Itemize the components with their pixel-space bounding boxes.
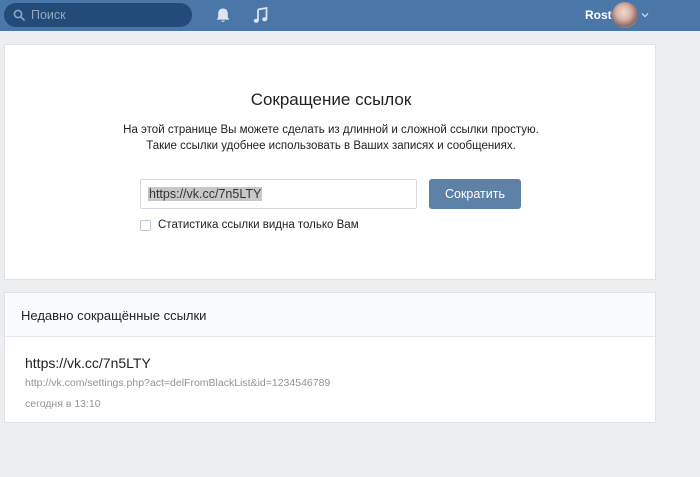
music-icon[interactable] xyxy=(253,7,268,24)
recent-links-card: Недавно сокращённые ссылки https://vk.cc… xyxy=(4,292,656,423)
link-shortener-card: Сокращение ссылок На этой странице Вы мо… xyxy=(4,44,656,280)
original-link[interactable]: http://vk.com/settings.php?act=delFromBl… xyxy=(25,377,330,389)
page-title: Сокращение ссылок xyxy=(250,90,412,109)
search-input[interactable]: Поиск xyxy=(31,8,66,22)
stats-private-label[interactable]: Статистика ссылки видна только Вам xyxy=(158,218,359,232)
link-date: сегодня в 13:10 xyxy=(25,398,101,410)
url-input[interactable]: https://vk.cc/7n5LTY xyxy=(140,179,417,209)
chevron-down-icon[interactable] xyxy=(641,12,649,18)
short-link[interactable]: https://vk.cc/7n5LTY xyxy=(25,355,151,371)
search-icon xyxy=(13,9,25,21)
recent-links-header: Недавно сокращённые ссылки xyxy=(5,293,655,337)
bell-icon[interactable] xyxy=(215,7,231,24)
stats-private-checkbox[interactable] xyxy=(140,220,151,231)
user-name[interactable]: Rost xyxy=(585,8,612,22)
description-line: На этой странице Вы можете сделать из дл… xyxy=(123,124,539,136)
shorten-button[interactable]: Сократить xyxy=(429,179,521,209)
url-input-value[interactable]: https://vk.cc/7n5LTY xyxy=(148,187,263,201)
page-description: На этой странице Вы можете сделать из дл… xyxy=(5,122,657,154)
avatar[interactable] xyxy=(612,2,638,28)
description-line: Такие ссылки удобнее использовать в Ваши… xyxy=(146,140,516,152)
search-box[interactable]: Поиск xyxy=(4,3,192,27)
top-navigation-bar: Поиск Rost xyxy=(0,0,700,31)
recent-links-title: Недавно сокращённые ссылки xyxy=(21,308,207,323)
